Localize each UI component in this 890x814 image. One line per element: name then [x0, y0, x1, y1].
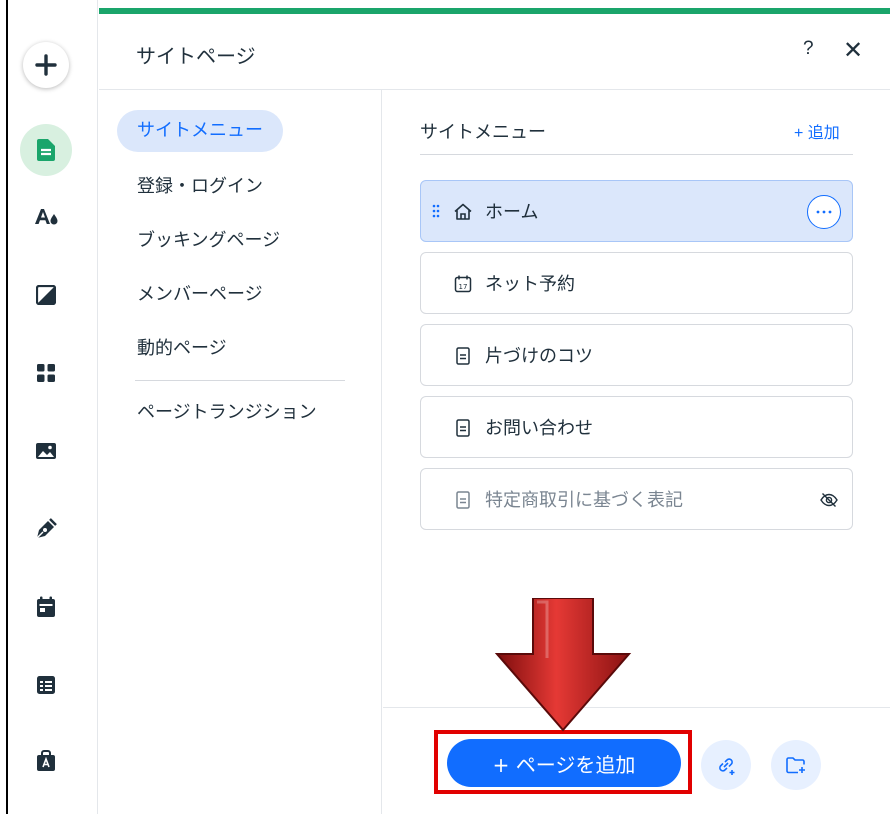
- page-row-label: お問い合わせ: [485, 418, 593, 439]
- media-button[interactable]: [23, 428, 69, 474]
- page-row-label: ホーム: [485, 202, 539, 223]
- nav-item-site-menu[interactable]: サイトメニュー: [117, 110, 283, 152]
- apps-icon: [37, 364, 55, 382]
- page-row-tips[interactable]: 片づけのコツ: [420, 324, 853, 386]
- apps-button[interactable]: [23, 350, 69, 396]
- drag-handle-icon[interactable]: [432, 203, 440, 219]
- bookings-button[interactable]: [23, 584, 69, 630]
- page-row-home[interactable]: ホーム: [420, 180, 853, 242]
- page-icon: [456, 491, 470, 509]
- panel-header: サイトページ ? ✕: [99, 14, 890, 90]
- nav-divider: [135, 380, 345, 381]
- list-title: サイトメニュー: [420, 122, 546, 143]
- folder-icon: [786, 757, 805, 774]
- background-icon: [36, 285, 56, 305]
- nav-item-member-pages[interactable]: メンバーページ: [117, 274, 283, 316]
- cms-button[interactable]: [23, 662, 69, 708]
- cms-icon: [37, 676, 55, 694]
- blog-icon: [36, 518, 57, 539]
- panel-footer: + ページを追加: [383, 707, 890, 814]
- site-menu-list: サイトメニュー + 追加 ホーム 17 ネット予約 片づけのコツ お問い合わせ: [383, 90, 890, 707]
- home-icon: [454, 203, 472, 220]
- add-link-button[interactable]: [701, 740, 751, 790]
- media-icon: [36, 443, 56, 459]
- page-icon: [456, 419, 470, 437]
- hidden-eye-icon: [820, 493, 838, 507]
- page-row-label: 片づけのコツ: [485, 346, 593, 367]
- close-button[interactable]: ✕: [843, 36, 863, 65]
- design-icon: [35, 209, 58, 225]
- editor-sidebar: [8, 0, 98, 814]
- nav-item-booking-pages[interactable]: ブッキングページ: [117, 220, 300, 262]
- add-elements-button[interactable]: [23, 42, 69, 88]
- page-icon: [456, 347, 470, 365]
- page-row-contact[interactable]: お問い合わせ: [420, 396, 853, 458]
- add-menu-item-button[interactable]: + 追加: [794, 119, 840, 143]
- add-page-button[interactable]: + ページを追加: [447, 739, 681, 787]
- nav-item-dynamic-pages[interactable]: 動的ページ: [117, 328, 247, 370]
- background-button[interactable]: [23, 272, 69, 318]
- more-actions-button[interactable]: [807, 195, 841, 229]
- bookings-icon: [37, 596, 55, 617]
- add-folder-button[interactable]: [771, 740, 821, 790]
- help-button[interactable]: ?: [803, 38, 814, 60]
- nav-item-page-transitions[interactable]: ページトランジション: [117, 392, 337, 434]
- page-row-booking[interactable]: 17 ネット予約: [420, 252, 853, 314]
- list-divider: [420, 154, 853, 155]
- page-row-legal-notice[interactable]: 特定商取引に基づく表記: [420, 468, 853, 530]
- nav-item-signup-login[interactable]: 登録・ログイン: [117, 166, 283, 208]
- business-button[interactable]: [23, 738, 69, 784]
- pages-icon: [37, 139, 55, 161]
- add-icon: [35, 54, 57, 76]
- more-icon: [816, 210, 832, 214]
- business-icon: [37, 750, 55, 771]
- blog-button[interactable]: [23, 506, 69, 552]
- pages-menu-button[interactable]: [20, 124, 72, 176]
- svg-text:17: 17: [459, 283, 468, 291]
- page-row-label: 特定商取引に基づく表記: [485, 490, 683, 511]
- link-icon: [719, 758, 735, 775]
- down-arrow-icon: [494, 598, 632, 732]
- pages-nav: サイトメニュー 登録・ログイン ブッキングページ メンバーページ 動的ページ ペ…: [99, 90, 382, 814]
- calendar-icon: 17: [454, 275, 472, 293]
- page-row-label: ネット予約: [485, 274, 575, 295]
- panel-title: サイトページ: [136, 44, 256, 68]
- design-button[interactable]: [23, 194, 69, 240]
